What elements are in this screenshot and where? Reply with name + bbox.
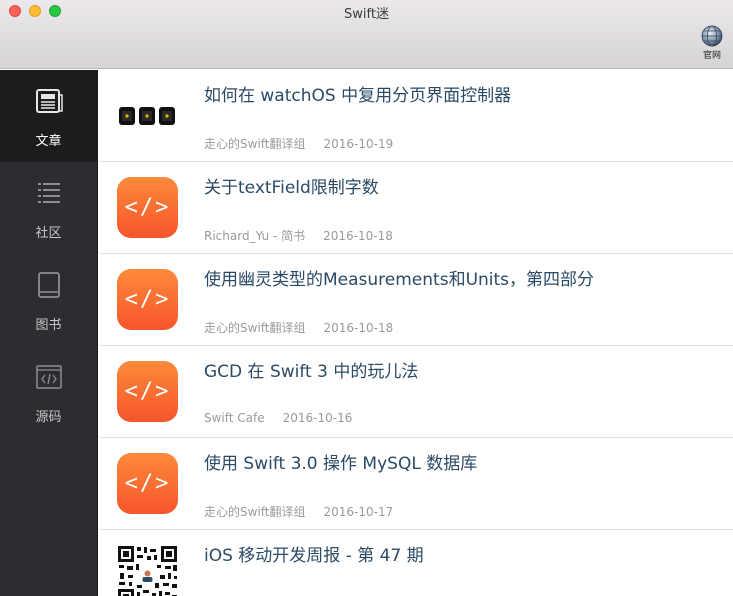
article-author: 走心的Swift翻译组 <box>204 137 306 151</box>
code-icon: </> <box>117 361 178 422</box>
code-icon: </> <box>117 177 178 238</box>
article-date: 2016-10-19 <box>323 137 394 151</box>
globe-icon <box>701 25 723 47</box>
window-title: Swift迷 <box>344 7 389 22</box>
title-bar: Swift迷 官网 <box>0 0 733 69</box>
article-row[interactable]: iOS 移动开发周报 - 第 47 期 <box>99 530 733 596</box>
official-site-button[interactable]: 官网 <box>699 25 725 61</box>
sidebar-item-source-code[interactable]: 源码 <box>0 346 97 438</box>
sidebar-item-community[interactable]: 社区 <box>0 162 97 254</box>
code-icon: </> <box>117 453 178 514</box>
sidebar-item-articles[interactable]: 文章 <box>0 70 97 162</box>
sidebar-item-books[interactable]: 图书 <box>0 254 97 346</box>
article-meta: 走心的Swift翻译组 2016-10-17 <box>204 503 393 520</box>
newspaper-icon <box>35 89 63 113</box>
article-title[interactable]: 关于textField限制字数 <box>204 173 714 198</box>
book-icon <box>37 272 60 298</box>
article-date: 2016-10-18 <box>323 321 394 335</box>
article-list[interactable]: 如何在 watchOS 中复用分页界面控制器 走心的Swift翻译组 2016-1… <box>99 70 733 596</box>
official-site-label: 官网 <box>702 51 721 61</box>
article-meta: 走心的Swift翻译组 2016-10-18 <box>204 319 393 336</box>
article-title[interactable]: iOS 移动开发周报 - 第 47 期 <box>204 541 714 566</box>
watch-screens-icon <box>119 107 175 125</box>
article-date: 2016-10-16 <box>282 411 353 425</box>
article-meta: Richard_Yu - 简书 2016-10-18 <box>204 227 393 244</box>
article-row[interactable]: </> 使用 Swift 3.0 操作 MySQL 数据库 走心的Swift翻译… <box>99 438 733 530</box>
article-meta: 走心的Swift翻译组 2016-10-19 <box>204 135 393 152</box>
code-icon <box>35 365 62 389</box>
article-row[interactable]: </> GCD 在 Swift 3 中的玩儿法 Swift Cafe 2016-1… <box>99 346 733 438</box>
code-icon: </> <box>117 269 178 330</box>
article-title[interactable]: 使用 Swift 3.0 操作 MySQL 数据库 <box>204 449 714 474</box>
qr-code-icon <box>117 545 178 596</box>
article-date: 2016-10-17 <box>323 505 394 519</box>
article-title[interactable]: 使用幽灵类型的Measurements和Units，第四部分 <box>204 265 714 290</box>
article-date: 2016-10-18 <box>323 229 393 243</box>
article-row[interactable]: 如何在 watchOS 中复用分页界面控制器 走心的Swift翻译组 2016-1… <box>99 70 733 162</box>
article-author: 走心的Swift翻译组 <box>204 505 306 519</box>
article-title[interactable]: 如何在 watchOS 中复用分页界面控制器 <box>204 81 714 106</box>
article-meta: Swift Cafe 2016-10-16 <box>204 411 352 425</box>
article-author: 走心的Swift翻译组 <box>204 321 306 335</box>
sidebar-item-label: 源码 <box>35 410 62 425</box>
article-title[interactable]: GCD 在 Swift 3 中的玩儿法 <box>204 357 714 382</box>
list-icon <box>37 183 60 203</box>
sidebar-item-label: 文章 <box>35 134 62 149</box>
article-author: Swift Cafe <box>204 411 265 425</box>
article-row[interactable]: </> 使用幽灵类型的Measurements和Units，第四部分 走心的Sw… <box>99 254 733 346</box>
article-author: Richard_Yu - 简书 <box>204 229 306 243</box>
sidebar: 文章 社区 图书 源码 <box>0 70 98 596</box>
sidebar-item-label: 图书 <box>35 318 62 333</box>
article-row[interactable]: </> 关于textField限制字数 Richard_Yu - 简书 2016-… <box>99 162 733 254</box>
sidebar-item-label: 社区 <box>35 226 62 241</box>
